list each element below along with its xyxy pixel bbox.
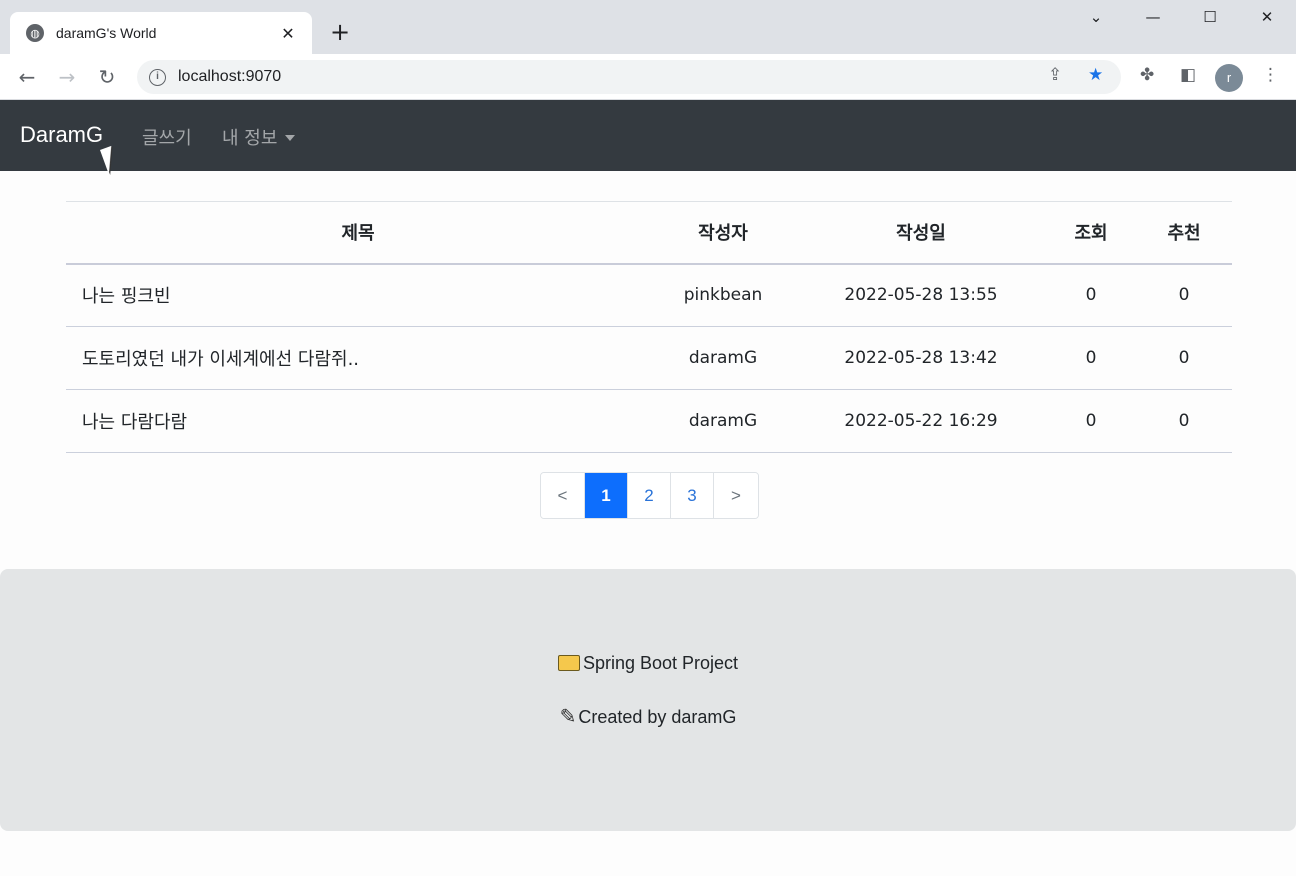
post-date: 2022-05-28 13:55	[796, 263, 1046, 327]
post-title[interactable]: 도토리였던 내가 이세계에선 다람쥐..	[66, 326, 650, 390]
minimize-icon[interactable]: —	[1138, 8, 1168, 26]
profile-avatar[interactable]: r	[1215, 64, 1243, 92]
tab-search-icon[interactable]: ⌄	[1081, 8, 1111, 26]
my-info-dropdown[interactable]: 내 정보	[222, 124, 296, 150]
post-author: daramG	[650, 389, 796, 453]
header-author: 작성자	[650, 201, 796, 265]
header-date: 작성일	[796, 201, 1046, 265]
site-footer: Spring Boot Project ✎ Created by daramG	[0, 569, 1296, 831]
post-views: 0	[1046, 326, 1136, 390]
post-date: 2022-05-22 16:29	[796, 389, 1046, 453]
post-likes: 0	[1136, 326, 1232, 390]
pagination: < 1 2 3 >	[540, 472, 759, 519]
post-likes: 0	[1136, 389, 1232, 453]
brand-link[interactable]: DaramG	[20, 122, 103, 148]
browser-tabstrip: ◍ daramG's World ✕ + ⌄ — ☐ ✕	[0, 0, 1296, 54]
table-row[interactable]: 나는 핑크빈 pinkbean 2022-05-28 13:55 0 0	[66, 263, 1232, 327]
page-1-button[interactable]: 1	[585, 473, 628, 518]
write-link[interactable]: 글쓰기	[142, 124, 192, 150]
table-row[interactable]: 나는 다람다람 daramG 2022-05-22 16:29 0 0	[66, 389, 1232, 453]
folder-icon	[557, 655, 580, 671]
bookmark-star-icon[interactable]: ★	[1088, 65, 1103, 85]
tab-title: daramG's World	[56, 25, 157, 41]
post-author: pinkbean	[650, 263, 796, 327]
menu-icon[interactable]: ⋮	[1262, 65, 1279, 85]
back-icon[interactable]: ←	[14, 64, 40, 90]
browser-toolbar: ← → ↻ i localhost:9070 ⇪ ★ ✤ ◧ ⋮	[0, 54, 1296, 100]
info-icon[interactable]: i	[149, 68, 166, 86]
footer-credit-text: Created by daramG	[578, 707, 737, 727]
page-2-button[interactable]: 2	[628, 473, 671, 518]
header-views: 조회	[1046, 201, 1136, 265]
new-tab-button[interactable]: +	[326, 18, 354, 46]
page-3-button[interactable]: 3	[671, 473, 714, 518]
header-title: 제목	[66, 201, 650, 265]
post-author: daramG	[650, 326, 796, 390]
share-icon[interactable]: ⇪	[1048, 65, 1062, 85]
side-panel-icon[interactable]: ◧	[1180, 65, 1196, 85]
forward-icon[interactable]: →	[54, 64, 80, 90]
post-views: 0	[1046, 263, 1136, 327]
globe-icon: ◍	[26, 24, 44, 42]
site-navbar: DaramG 글쓰기 내 정보	[0, 100, 1296, 171]
header-likes: 추천	[1136, 201, 1232, 265]
footer-project: Spring Boot Project	[0, 653, 1296, 674]
prev-page-button[interactable]: <	[541, 473, 585, 518]
browser-tab[interactable]: ◍ daramG's World ✕	[10, 12, 312, 54]
table-header-row: 제목 작성자 작성일 조회 추천	[66, 201, 1232, 265]
close-window-icon[interactable]: ✕	[1252, 8, 1282, 26]
my-info-label: 내 정보	[222, 128, 278, 149]
next-page-button[interactable]: >	[714, 473, 758, 518]
post-likes: 0	[1136, 263, 1232, 327]
footer-credit: ✎ Created by daramG	[0, 704, 1296, 729]
post-views: 0	[1046, 389, 1136, 453]
caret-down-icon	[285, 135, 296, 141]
table-row[interactable]: 도토리였던 내가 이세계에선 다람쥐.. daramG 2022-05-28 1…	[66, 326, 1232, 390]
post-title[interactable]: 나는 핑크빈	[66, 263, 650, 327]
reload-icon[interactable]: ↻	[94, 64, 120, 90]
address-bar[interactable]: i localhost:9070	[137, 60, 1121, 94]
post-date: 2022-05-28 13:42	[796, 326, 1046, 390]
post-table: 제목 작성자 작성일 조회 추천 나는 핑크빈 pinkbean 2022-05…	[66, 201, 1232, 453]
maximize-icon[interactable]: ☐	[1195, 8, 1225, 26]
url-text: localhost:9070	[178, 68, 282, 85]
footer-project-text: Spring Boot Project	[582, 653, 739, 673]
extensions-icon[interactable]: ✤	[1140, 65, 1154, 85]
close-tab-icon[interactable]: ✕	[278, 24, 298, 43]
post-title[interactable]: 나는 다람다람	[66, 389, 650, 453]
pencil-icon: ✎	[559, 706, 577, 728]
